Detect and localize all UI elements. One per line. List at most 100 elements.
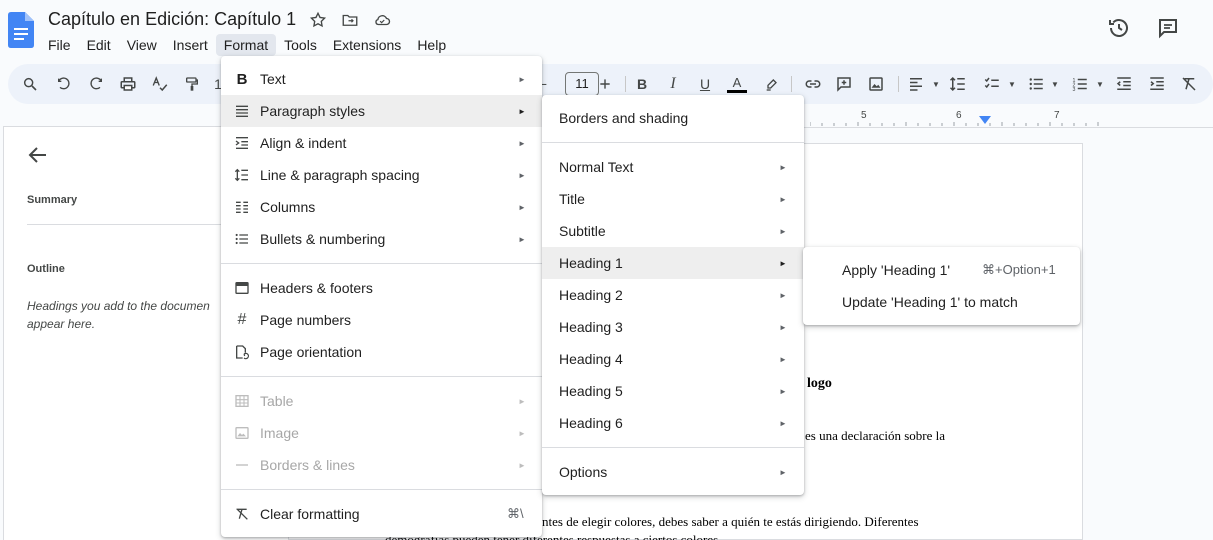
heading-1-menu: Apply 'Heading 1' ⌘+Option+1 Update 'Hea… — [803, 247, 1080, 325]
page-orientation-icon — [233, 343, 251, 361]
menu-item-subtitle[interactable]: Subtitle ► — [542, 215, 804, 247]
menu-item-clear-formatting[interactable]: Clear formatting ⌘\ — [221, 498, 542, 530]
submenu-arrow-icon: ► — [779, 386, 787, 396]
menu-item-columns[interactable]: Columns ► — [221, 191, 542, 223]
menu-item-heading-6[interactable]: Heading 6 ► — [542, 407, 804, 439]
submenu-arrow-icon: ► — [779, 322, 787, 332]
menu-item-page-numbers[interactable]: # Page numbers — [221, 304, 542, 336]
star-icon[interactable] — [308, 10, 328, 30]
increase-font-size-icon[interactable] — [595, 74, 615, 94]
menu-item-title[interactable]: Title ► — [542, 183, 804, 215]
numbered-list-dropdown-icon[interactable]: ▼ — [1090, 74, 1110, 94]
undo-icon[interactable] — [54, 74, 74, 94]
align-icon[interactable] — [906, 74, 926, 94]
menu-item-apply-heading-1[interactable]: Apply 'Heading 1' ⌘+Option+1 — [803, 254, 1080, 286]
menu-item-normal-text[interactable]: Normal Text ► — [542, 151, 804, 183]
menu-item-paragraph-styles[interactable]: Paragraph styles ► — [221, 95, 542, 127]
version-history-icon[interactable] — [1105, 14, 1133, 42]
insert-link-icon[interactable] — [803, 74, 823, 94]
text-color-icon[interactable]: A — [727, 74, 747, 94]
doc-paragraph-line[interactable]: ntes de elegir colores, debes saber a qu… — [542, 514, 919, 530]
print-icon[interactable] — [118, 74, 138, 94]
menu-item-headers-footers[interactable]: Headers & footers — [221, 272, 542, 304]
back-arrow-icon[interactable] — [26, 143, 50, 167]
clear-formatting-icon[interactable] — [1179, 74, 1199, 94]
redo-icon[interactable] — [86, 74, 106, 94]
bulleted-list-dropdown-icon[interactable]: ▼ — [1045, 74, 1065, 94]
submenu-arrow-icon: ► — [518, 170, 526, 180]
menu-insert[interactable]: Insert — [165, 34, 216, 56]
menu-item-image[interactable]: Image ► — [221, 417, 542, 449]
font-size-input[interactable]: 11 — [565, 72, 599, 96]
checklist-icon[interactable] — [982, 74, 1002, 94]
menu-file[interactable]: File — [40, 34, 79, 56]
columns-icon — [233, 198, 251, 216]
menu-item-page-orientation[interactable]: Page orientation — [221, 336, 542, 368]
menu-item-label: Table — [260, 393, 294, 409]
menu-item-bullets-numbering[interactable]: Bullets & numbering ► — [221, 223, 542, 255]
submenu-arrow-icon: ► — [518, 234, 526, 244]
menu-item-label: Borders & lines — [260, 457, 355, 473]
document-title[interactable]: Capítulo en Edición: Capítulo 1 — [48, 9, 296, 30]
menu-item-update-heading-1[interactable]: Update 'Heading 1' to match — [803, 286, 1080, 318]
numbered-list-icon[interactable]: 123 — [1070, 74, 1090, 94]
menu-format[interactable]: Format — [215, 34, 277, 56]
paint-format-icon[interactable] — [182, 74, 202, 94]
bulleted-list-icon[interactable] — [1026, 74, 1046, 94]
menu-view[interactable]: View — [119, 34, 165, 56]
move-folder-icon[interactable] — [340, 10, 360, 30]
add-comment-icon[interactable] — [834, 74, 854, 94]
menu-item-options[interactable]: Options ► — [542, 456, 804, 488]
menu-item-heading-1[interactable]: Heading 1 ► — [542, 247, 804, 279]
highlight-color-icon[interactable] — [762, 74, 782, 94]
insert-image-icon[interactable] — [866, 74, 886, 94]
ruler-ticks — [810, 122, 1099, 126]
menu-item-label: Columns — [260, 199, 316, 215]
menu-item-heading-4[interactable]: Heading 4 ► — [542, 343, 804, 375]
menu-tools[interactable]: Tools — [276, 34, 325, 56]
menu-item-shortcut: ⌘+Option+1 — [982, 262, 1056, 277]
doc-heading-text[interactable]: logo — [807, 376, 832, 392]
bold-icon[interactable]: B — [632, 74, 652, 94]
menu-item-line-spacing[interactable]: Line & paragraph spacing ► — [221, 159, 542, 191]
doc-paragraph-line[interactable]: es una declaración sobre la — [805, 428, 945, 444]
italic-icon[interactable]: I — [663, 74, 683, 94]
menu-edit[interactable]: Edit — [79, 34, 119, 56]
underline-icon[interactable]: U — [695, 74, 715, 94]
menu-item-borders-lines[interactable]: Borders & lines ► — [221, 449, 542, 481]
menu-item-label: Subtitle — [559, 223, 606, 239]
menu-item-borders-shading[interactable]: Borders and shading — [542, 102, 804, 134]
menu-help[interactable]: Help — [409, 34, 454, 56]
menu-item-label: Heading 2 — [559, 287, 623, 303]
menu-item-align-indent[interactable]: Align & indent ► — [221, 127, 542, 159]
cloud-saved-icon[interactable] — [372, 10, 392, 30]
menu-item-label: Align & indent — [260, 135, 347, 151]
menu-item-table[interactable]: Table ► — [221, 385, 542, 417]
align-indent-icon — [233, 134, 251, 152]
menu-extensions[interactable]: Extensions — [325, 34, 409, 56]
menu-item-text[interactable]: B Text ► — [221, 63, 542, 95]
menu-item-heading-5[interactable]: Heading 5 ► — [542, 375, 804, 407]
menu-item-label: Heading 3 — [559, 319, 623, 335]
comments-icon[interactable] — [1154, 14, 1182, 42]
outline-hint-line: appear here. — [27, 317, 96, 331]
submenu-arrow-icon: ► — [518, 74, 526, 84]
menu-divider — [542, 142, 804, 143]
headers-footers-icon — [233, 279, 251, 297]
docs-logo-icon[interactable] — [8, 12, 34, 48]
search-menus-icon[interactable] — [20, 74, 40, 94]
menu-item-heading-3[interactable]: Heading 3 ► — [542, 311, 804, 343]
spellcheck-icon[interactable] — [150, 74, 170, 94]
menu-item-heading-2[interactable]: Heading 2 ► — [542, 279, 804, 311]
menu-item-label: Normal Text — [559, 159, 634, 175]
increase-indent-icon[interactable] — [1147, 74, 1167, 94]
align-dropdown-icon[interactable]: ▼ — [926, 74, 946, 94]
menu-item-label: Heading 1 — [559, 255, 623, 271]
menu-item-label: Apply 'Heading 1' — [842, 262, 951, 278]
line-spacing-icon[interactable] — [948, 74, 968, 94]
menu-bar: File Edit View Insert Format Tools Exten… — [40, 34, 454, 56]
menu-item-label: Headers & footers — [260, 280, 373, 296]
decrease-indent-icon[interactable] — [1114, 74, 1134, 94]
checklist-dropdown-icon[interactable]: ▼ — [1002, 74, 1022, 94]
menu-item-label: Clear formatting — [260, 506, 360, 522]
